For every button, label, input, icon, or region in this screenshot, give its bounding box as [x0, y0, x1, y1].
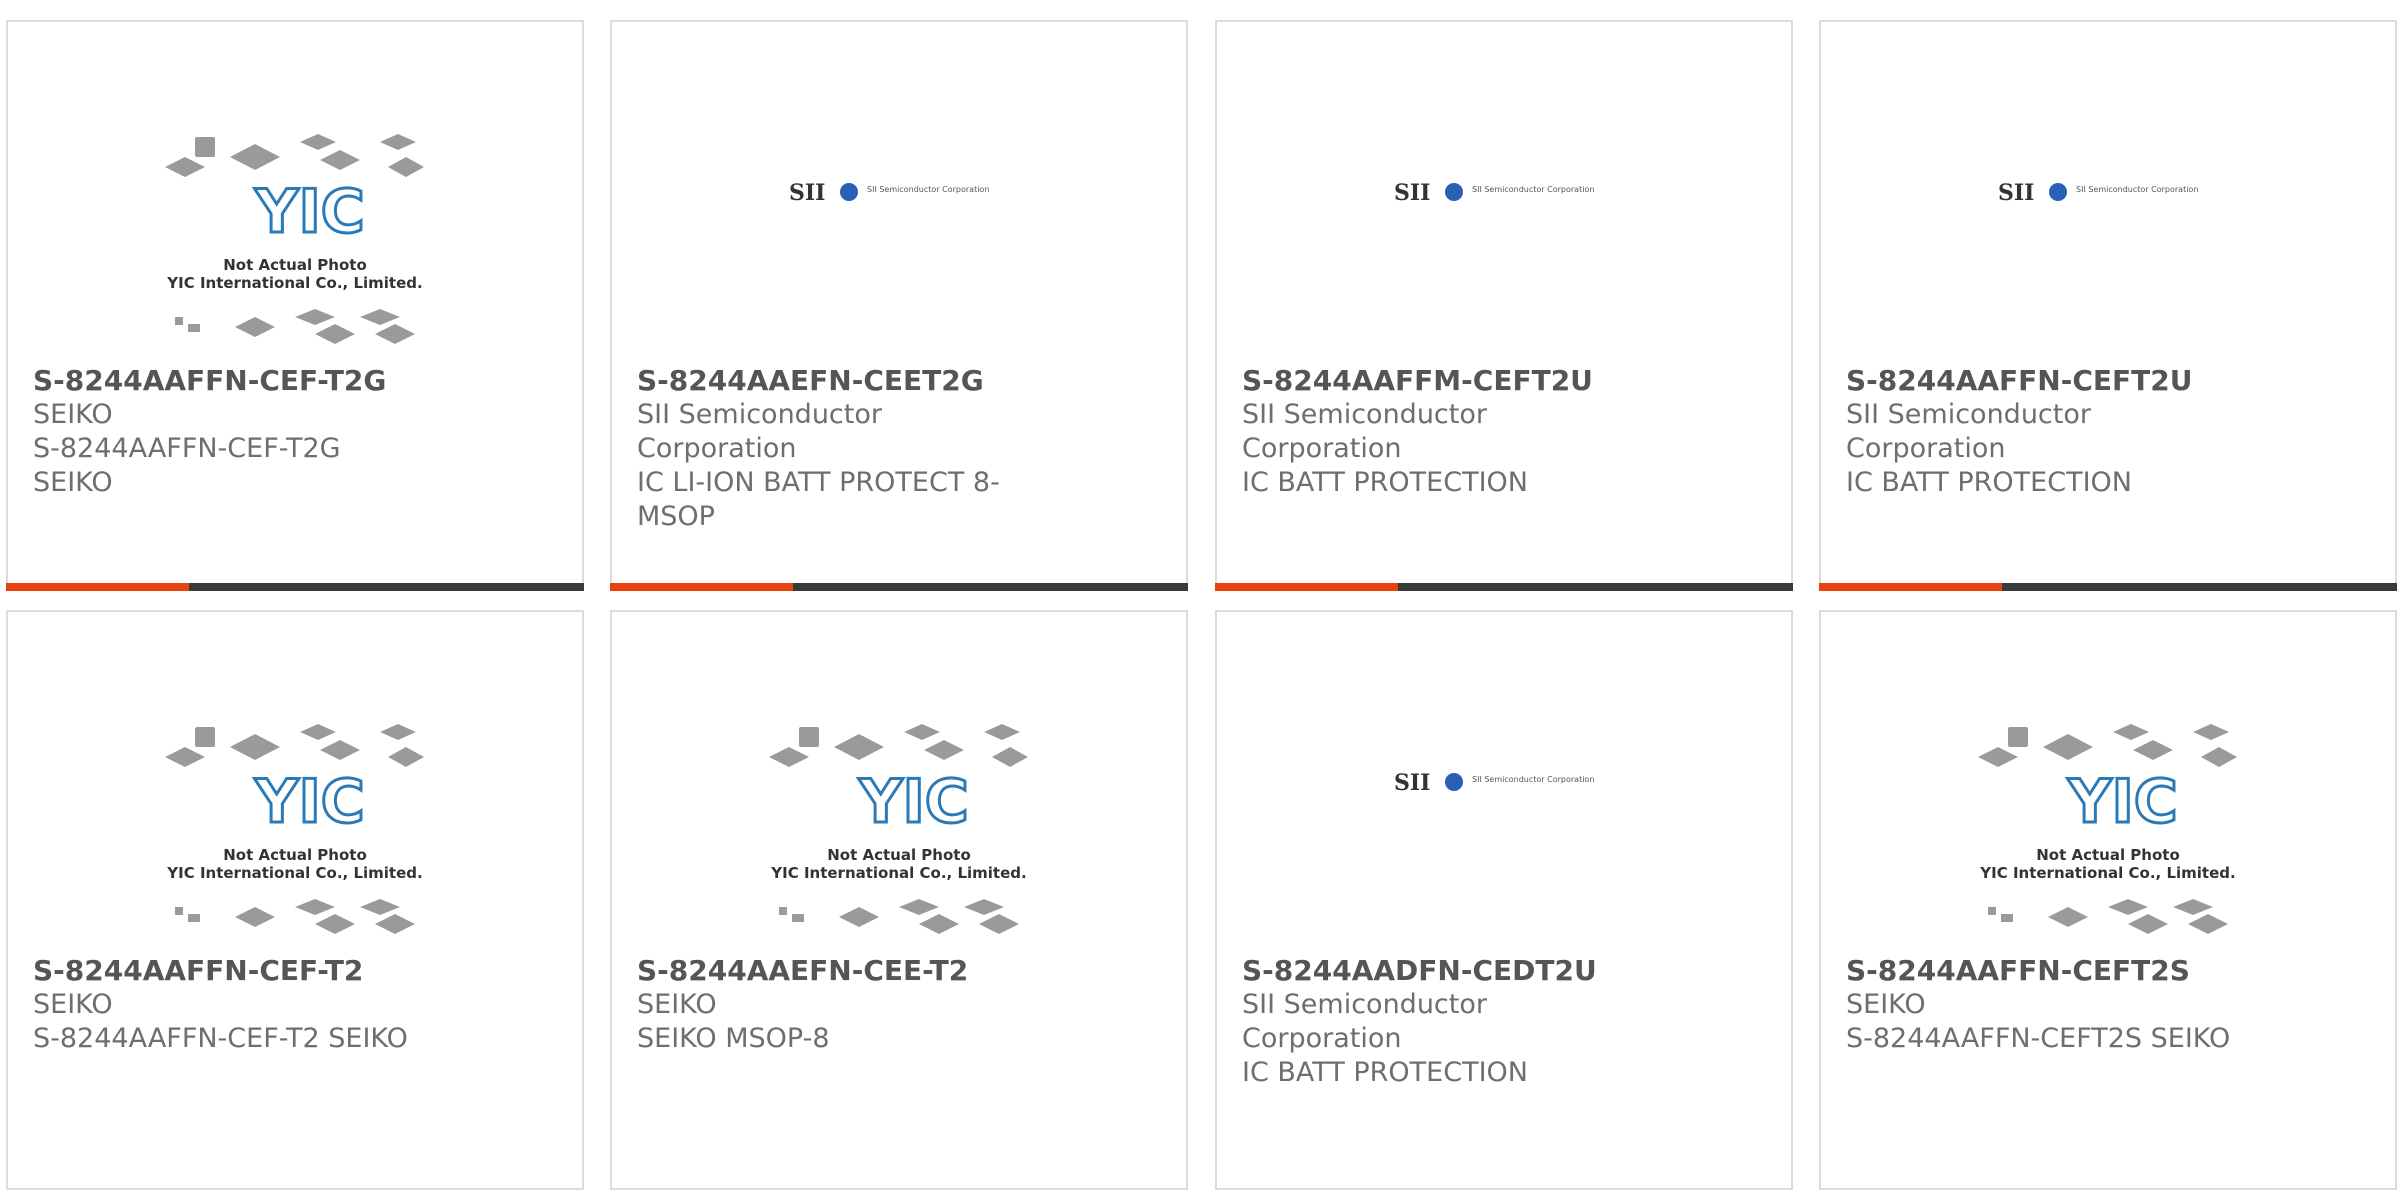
manufacturer: SII Semiconductor Corporation: [1242, 399, 1487, 464]
product-info: S-8244AAFFN-CEFT2S SEIKO S-8244AAFFN-CEF…: [1846, 954, 2235, 1056]
product-info: S-8244AAEFN-CEET2G SII Semiconductor Cor…: [637, 364, 1026, 534]
description: S-8244AAFFN-CEF-T2G SEIKO: [33, 433, 341, 498]
sii-logo-image: SII SII Semiconductor Corporation: [1998, 180, 2198, 206]
svg-text:Not Actual Photo: Not Actual Photo: [827, 846, 971, 864]
svg-text:SII: SII: [789, 180, 825, 206]
product-image[interactable]: SII SII Semiconductor Corporation: [1821, 22, 2395, 352]
part-number[interactable]: S-8244AAFFN-CEFT2S: [1846, 954, 2235, 988]
part-number[interactable]: S-8244AAFFN-CEF-T2G: [33, 364, 422, 398]
svg-text:YIC International Co., Limited: YIC International Co., Limited.: [1979, 864, 2235, 882]
description: S-8244AAFFN-CEF-T2 SEIKO: [33, 1023, 408, 1054]
card-footer-bar: [1819, 583, 2397, 591]
product-info: S-8244AADFN-CEDT2U SII Semiconductor Cor…: [1242, 954, 1631, 1090]
description: IC BATT PROTECTION: [1242, 467, 1528, 498]
product-card[interactable]: YIC Not Actual Photo YIC International C…: [1819, 610, 2397, 1190]
sii-logo-image: SII SII Semiconductor Corporation: [1394, 180, 1594, 206]
svg-text:SII Semiconductor Corporation: SII Semiconductor Corporation: [2076, 185, 2198, 194]
manufacturer: SEIKO: [33, 399, 113, 430]
product-info: S-8244AAFFN-CEF-T2G SEIKO S-8244AAFFN-CE…: [33, 364, 422, 500]
svg-text:YIC: YIC: [858, 767, 969, 837]
manufacturer: SEIKO: [33, 989, 113, 1020]
svg-text:YIC: YIC: [254, 177, 365, 247]
part-number[interactable]: S-8244AAFFN-CEF-T2: [33, 954, 422, 988]
part-number[interactable]: S-8244AADFN-CEDT2U: [1242, 954, 1631, 988]
product-image[interactable]: YIC Not Actual Photo YIC International C…: [612, 612, 1186, 942]
manufacturer: SEIKO: [637, 989, 717, 1020]
product-card[interactable]: SII SII Semiconductor Corporation S-8244…: [1819, 20, 2397, 591]
manufacturer: SII Semiconductor Corporation: [1846, 399, 2091, 464]
part-number[interactable]: S-8244AAEFN-CEET2G: [637, 364, 1026, 398]
svg-text:Not Actual Photo: Not Actual Photo: [223, 846, 367, 864]
yic-placeholder-image: YIC Not Actual Photo YIC International C…: [1978, 724, 2237, 934]
accent-strip: [6, 583, 189, 591]
product-card[interactable]: YIC Not Actual Photo YIC International C…: [610, 610, 1188, 1190]
product-image[interactable]: SII SII Semiconductor Corporation: [1217, 612, 1791, 942]
sii-logo-image: SII SII Semiconductor Corporation: [1394, 770, 1594, 796]
yic-placeholder-image: YIC Not Actual Photo YIC International C…: [165, 724, 424, 934]
description: S-8244AAFFN-CEFT2S SEIKO: [1846, 1023, 2231, 1054]
manufacturer: SEIKO: [1846, 989, 1926, 1020]
svg-text:YIC International Co., Limited: YIC International Co., Limited.: [770, 864, 1026, 882]
svg-text:SII: SII: [1394, 180, 1430, 206]
product-image[interactable]: YIC Not Actual Photo YIC International C…: [1821, 612, 2395, 942]
svg-text:SII: SII: [1998, 180, 2034, 206]
product-image[interactable]: YIC Not Actual Photo YIC International C…: [8, 612, 582, 942]
sii-logo-image: SII SII Semiconductor Corporation: [789, 180, 989, 206]
product-info: S-8244AAFFN-CEF-T2 SEIKO S-8244AAFFN-CEF…: [33, 954, 422, 1056]
product-card[interactable]: SII SII Semiconductor Corporation S-8244…: [1215, 20, 1793, 591]
product-card[interactable]: SII SII Semiconductor Corporation S-8244…: [1215, 610, 1793, 1190]
svg-text:SII Semiconductor Corporation: SII Semiconductor Corporation: [1472, 775, 1594, 784]
svg-text:SII Semiconductor Corporation: SII Semiconductor Corporation: [867, 185, 989, 194]
description: SEIKO MSOP-8: [637, 1023, 830, 1054]
svg-text:Not Actual Photo: Not Actual Photo: [223, 256, 367, 274]
product-info: S-8244AAEFN-CEE-T2 SEIKO SEIKO MSOP-8: [637, 954, 1026, 1056]
accent-strip: [610, 583, 793, 591]
part-number[interactable]: S-8244AAFFM-CEFT2U: [1242, 364, 1631, 398]
product-image[interactable]: SII SII Semiconductor Corporation: [1217, 22, 1791, 352]
svg-text:SII: SII: [1394, 770, 1430, 796]
description: IC BATT PROTECTION: [1846, 467, 2132, 498]
card-footer-bar: [610, 583, 1188, 591]
product-image[interactable]: YIC Not Actual Photo YIC International C…: [8, 22, 582, 352]
manufacturer: SII Semiconductor Corporation: [1242, 989, 1487, 1054]
product-card[interactable]: YIC Not Actual Photo YIC International C…: [6, 610, 584, 1190]
part-number[interactable]: S-8244AAEFN-CEE-T2: [637, 954, 1026, 988]
product-info: S-8244AAFFN-CEFT2U SII Semiconductor Cor…: [1846, 364, 2235, 500]
product-card[interactable]: SII SII Semiconductor Corporation S-8244…: [610, 20, 1188, 591]
yic-placeholder-image: YIC Not Actual Photo YIC International C…: [769, 724, 1028, 934]
product-image[interactable]: SII SII Semiconductor Corporation: [612, 22, 1186, 352]
yic-placeholder-image: YIC Not Actual Photo YIC International C…: [165, 134, 424, 344]
description: IC LI-ION BATT PROTECT 8-MSOP: [637, 467, 1000, 532]
part-number[interactable]: S-8244AAFFN-CEFT2U: [1846, 364, 2235, 398]
card-footer-bar: [6, 583, 584, 591]
manufacturer: SII Semiconductor Corporation: [637, 399, 882, 464]
accent-strip: [1819, 583, 2002, 591]
product-info: S-8244AAFFM-CEFT2U SII Semiconductor Cor…: [1242, 364, 1631, 500]
svg-text:YIC: YIC: [254, 767, 365, 837]
product-card[interactable]: YIC Not Actual Photo YIC International C…: [6, 20, 584, 591]
description: IC BATT PROTECTION: [1242, 1057, 1528, 1088]
svg-text:YIC International Co., Limited: YIC International Co., Limited.: [166, 274, 422, 292]
card-footer-bar: [1215, 583, 1793, 591]
svg-text:YIC International Co., Limited: YIC International Co., Limited.: [166, 864, 422, 882]
svg-text:SII Semiconductor Corporation: SII Semiconductor Corporation: [1472, 185, 1594, 194]
svg-text:YIC: YIC: [2067, 767, 2178, 837]
accent-strip: [1215, 583, 1398, 591]
svg-text:Not Actual Photo: Not Actual Photo: [2036, 846, 2180, 864]
